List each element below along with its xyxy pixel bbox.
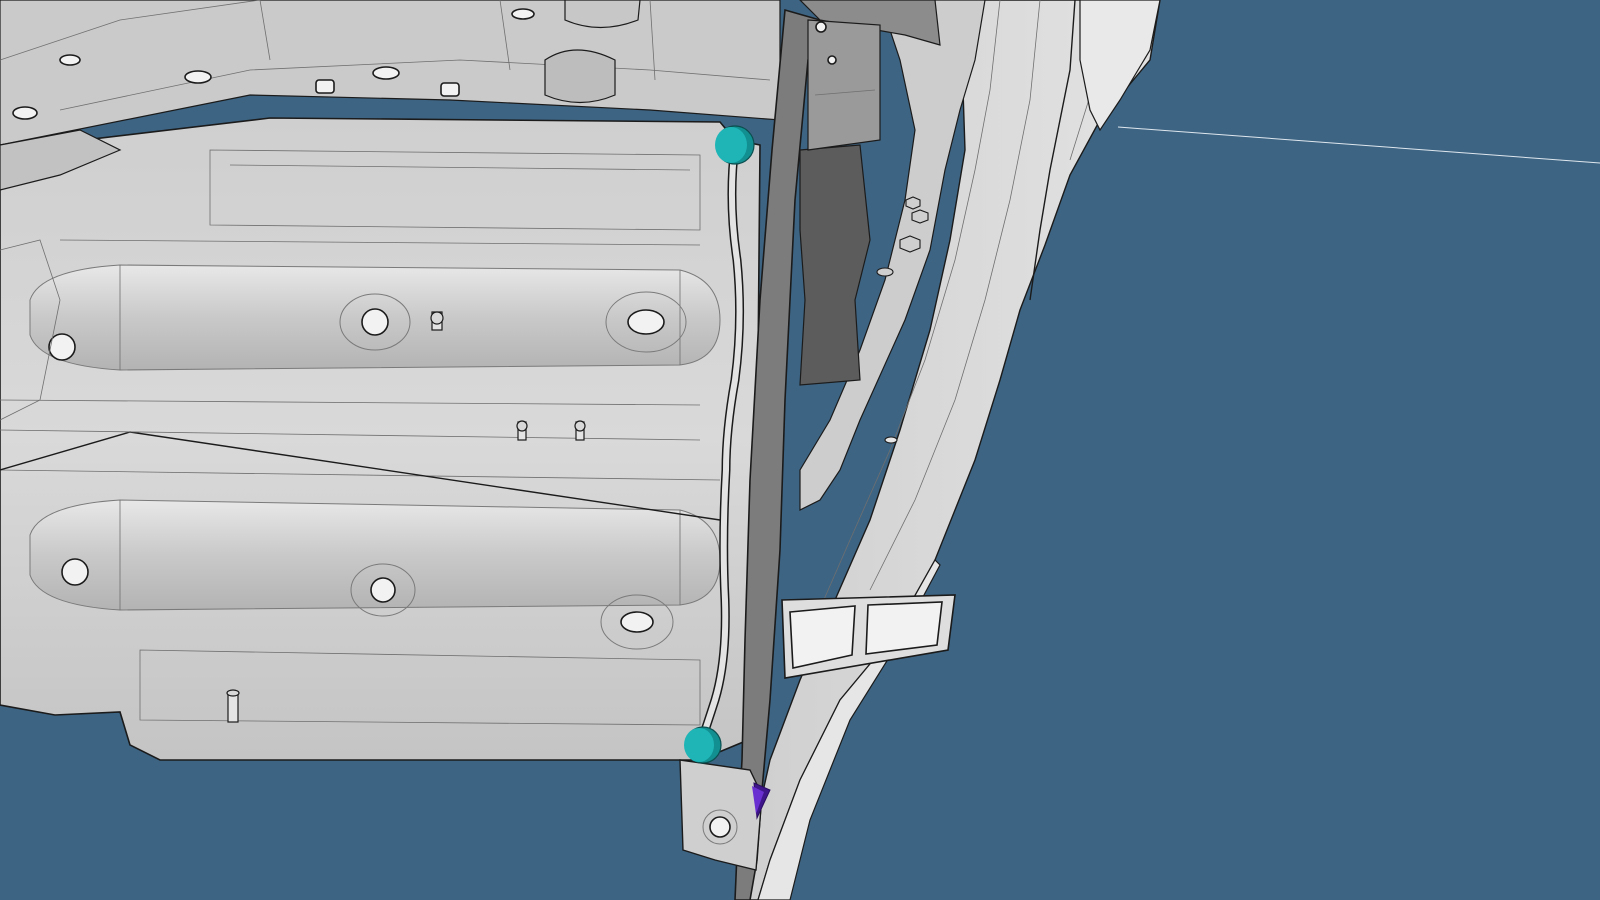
floor-hole bbox=[61, 558, 89, 586]
rear-floor-hole bbox=[511, 8, 535, 20]
rear-floor-hole bbox=[372, 66, 400, 80]
teal-circle-marker-icon[interactable] bbox=[684, 726, 722, 764]
bracket-opening bbox=[865, 601, 943, 655]
floor-panel[interactable] bbox=[0, 117, 761, 761]
rear-floor-hole bbox=[184, 70, 212, 84]
bracket-bolt-hole bbox=[827, 55, 837, 65]
rear-floor-slot bbox=[440, 82, 460, 97]
rear-floor-hole bbox=[12, 106, 38, 120]
teal-circle-marker-icon[interactable] bbox=[715, 125, 755, 165]
floor-hole bbox=[48, 333, 76, 361]
bracket-mounting-foot bbox=[679, 759, 763, 871]
rear-floor-slot bbox=[315, 79, 335, 94]
rear-floor-hole bbox=[59, 54, 81, 66]
floor-hole bbox=[361, 308, 389, 336]
floor-stud-icon bbox=[574, 420, 586, 441]
floor-hole bbox=[620, 611, 654, 633]
3d-viewport[interactable] bbox=[0, 0, 1600, 900]
bracket-bolt-hole bbox=[815, 21, 827, 33]
foot-bolt-hole bbox=[709, 816, 731, 838]
cad-model-scene[interactable] bbox=[0, 0, 1600, 900]
floor-hole bbox=[627, 309, 665, 335]
floor-stud-icon bbox=[226, 689, 240, 723]
floor-hole bbox=[370, 577, 396, 603]
floor-stud-icon bbox=[516, 420, 528, 441]
bracket-web bbox=[807, 19, 881, 151]
floor-stud-icon bbox=[430, 311, 444, 331]
